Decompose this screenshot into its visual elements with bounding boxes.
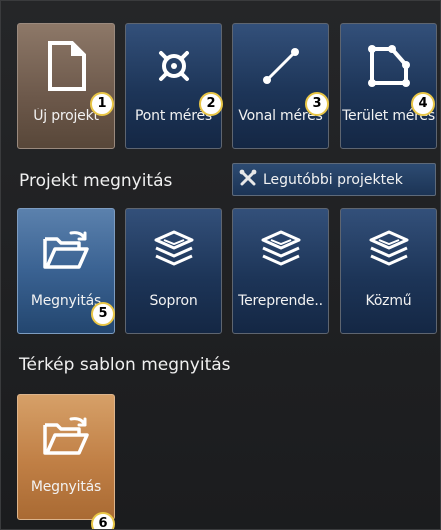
tools-icon xyxy=(239,169,257,191)
callout-badge-5: 5 xyxy=(91,302,115,326)
point-measure-button[interactable]: Pont mérés 2 xyxy=(125,23,223,149)
layers-icon xyxy=(126,225,221,277)
callout-badge-4: 4 xyxy=(411,92,435,116)
recent-projects-button[interactable]: Legutóbbi projektek xyxy=(232,163,436,196)
open-template-button[interactable]: Megnyitás 6 xyxy=(17,394,115,529)
layers-icon xyxy=(233,225,328,277)
callout-badge-3: 3 xyxy=(305,92,329,116)
line-measure-button[interactable]: Vonal mérés 3 xyxy=(232,23,329,149)
area-polygon-icon xyxy=(341,40,436,92)
project-tereprende-button[interactable]: Tereprende.. xyxy=(232,208,329,334)
new-project-button[interactable]: Új projekt 1 xyxy=(17,23,115,149)
project-sopron-label: Sopron xyxy=(149,293,198,309)
project-kozmu-label: Közmű xyxy=(365,293,412,309)
measurement-panel: Új projekt 1 Pont mérés 2 Vonal mérés 3 xyxy=(0,0,441,530)
layers-icon xyxy=(341,225,436,277)
line-segment-icon xyxy=(233,40,328,92)
new-document-icon xyxy=(18,40,114,92)
area-measure-button[interactable]: Terület mérés 4 xyxy=(340,23,437,149)
callout-badge-2: 2 xyxy=(199,92,223,116)
open-folder-icon xyxy=(18,411,114,463)
open-template-label: Megnyitás xyxy=(30,479,102,495)
project-tereprende-label: Tereprende.. xyxy=(238,293,323,309)
open-folder-icon xyxy=(18,225,114,277)
open-project-button[interactable]: Megnyitás 5 xyxy=(17,208,115,334)
template-open-title: Térkép sablon megnyitás xyxy=(19,355,231,375)
point-target-icon xyxy=(126,40,221,92)
callout-badge-6: 6 xyxy=(91,512,115,529)
callout-badge-1: 1 xyxy=(90,92,114,116)
project-kozmu-button[interactable]: Közmű xyxy=(340,208,437,334)
recent-projects-label: Legutóbbi projektek xyxy=(263,171,403,188)
project-sopron-button[interactable]: Sopron xyxy=(125,208,222,334)
project-open-title: Projekt megnyitás xyxy=(19,171,173,191)
